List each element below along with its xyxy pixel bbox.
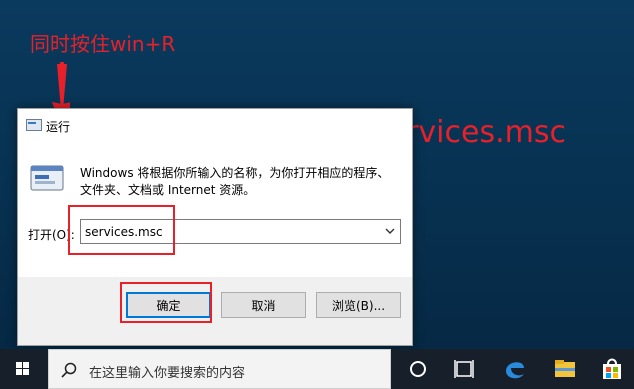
run-app-icon [26,119,42,131]
search-icon [61,362,77,378]
annotation-hotkey: 同时按住win+R [30,32,176,56]
store-icon[interactable] [594,349,630,389]
browse-button[interactable]: 浏览(B)... [316,292,401,318]
dialog-description: Windows 将根据你所输入的名称，为你打开相应的程序、文件夹、文档或 Int… [80,166,390,197]
task-view-icon[interactable] [446,349,482,389]
chevron-down-icon[interactable] [384,224,396,238]
highlight-input-box [68,205,175,255]
edge-icon[interactable] [497,349,533,389]
dialog-titlebar[interactable]: 运行 [18,109,412,140]
run-program-icon [30,165,64,191]
cancel-button[interactable]: 取消 [221,292,306,318]
taskbar: 在这里输入你要搜索的内容 [0,349,634,389]
dialog-title: 运行 [46,120,71,134]
taskbar-search-box[interactable]: 在这里输入你要搜索的内容 [48,349,391,389]
search-placeholder: 在这里输入你要搜索的内容 [89,366,246,381]
file-explorer-icon[interactable] [547,349,583,389]
highlight-ok-button [120,282,212,323]
start-icon[interactable] [0,349,46,389]
cortana-icon[interactable] [400,349,436,389]
